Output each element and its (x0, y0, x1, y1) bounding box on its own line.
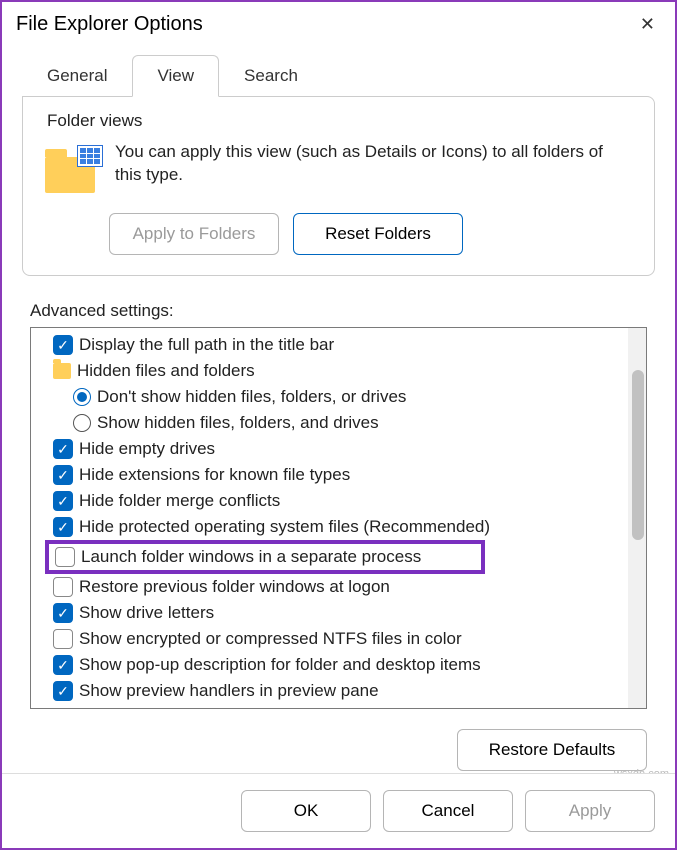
window-title: File Explorer Options (16, 13, 203, 36)
folder-icon (53, 363, 71, 379)
tab-general[interactable]: General (22, 55, 132, 97)
list-item: Hide folder merge conflicts (33, 488, 626, 514)
restore-defaults-button[interactable]: Restore Defaults (457, 729, 647, 771)
highlight-box: Launch folder windows in a separate proc… (45, 540, 485, 574)
close-icon[interactable]: ✕ (632, 10, 663, 39)
list-item: Hide protected operating system files (R… (33, 514, 626, 540)
checkbox-icon[interactable] (53, 629, 73, 649)
advanced-settings-list: Display the full path in the title bar H… (30, 327, 647, 709)
list-item: Show encrypted or compressed NTFS files … (33, 626, 626, 652)
checkbox-icon[interactable] (53, 335, 73, 355)
list-item: Hidden files and folders (33, 358, 626, 384)
list-item: Hide empty drives (33, 436, 626, 462)
radio-icon[interactable] (73, 388, 91, 406)
apply-to-folders-button[interactable]: Apply to Folders (109, 213, 279, 255)
scrollbar[interactable] (628, 328, 646, 708)
folder-views-icon (43, 141, 103, 195)
dialog-buttons: OK Cancel Apply (2, 773, 675, 848)
checkbox-icon[interactable] (53, 439, 73, 459)
checkbox-icon[interactable] (53, 655, 73, 675)
checkbox-icon[interactable] (53, 517, 73, 537)
advanced-settings-label: Advanced settings: (30, 301, 675, 321)
list-item: Show pop-up description for folder and d… (33, 652, 626, 678)
checkbox-icon[interactable] (53, 603, 73, 623)
titlebar: File Explorer Options ✕ (2, 2, 675, 47)
folder-views-description: You can apply this view (such as Details… (115, 141, 634, 187)
folder-views-label: Folder views (47, 111, 640, 131)
ok-button[interactable]: OK (241, 790, 371, 832)
list-item: Hide extensions for known file types (33, 462, 626, 488)
list-item: Show drive letters (33, 600, 626, 626)
radio-icon[interactable] (73, 414, 91, 432)
checkbox-icon[interactable] (53, 577, 73, 597)
folder-views-group: Folder views You can apply this view (su… (22, 96, 655, 276)
tab-strip: General View Search (2, 55, 675, 97)
checkbox-icon[interactable] (53, 465, 73, 485)
list-item: Don't show hidden files, folders, or dri… (33, 384, 626, 410)
checkbox-icon[interactable] (53, 681, 73, 701)
apply-button[interactable]: Apply (525, 790, 655, 832)
scrollbar-thumb[interactable] (632, 370, 644, 540)
list-item: Display the full path in the title bar (33, 332, 626, 358)
list-item: Restore previous folder windows at logon (33, 574, 626, 600)
cancel-button[interactable]: Cancel (383, 790, 513, 832)
list-item: Show hidden files, folders, and drives (33, 410, 626, 436)
checkbox-icon[interactable] (55, 547, 75, 567)
list-item: Launch folder windows in a separate proc… (51, 544, 479, 570)
checkbox-icon[interactable] (53, 491, 73, 511)
list-item: Show preview handlers in preview pane (33, 678, 626, 704)
tab-view[interactable]: View (132, 55, 219, 97)
reset-folders-button[interactable]: Reset Folders (293, 213, 463, 255)
tab-search[interactable]: Search (219, 55, 323, 97)
